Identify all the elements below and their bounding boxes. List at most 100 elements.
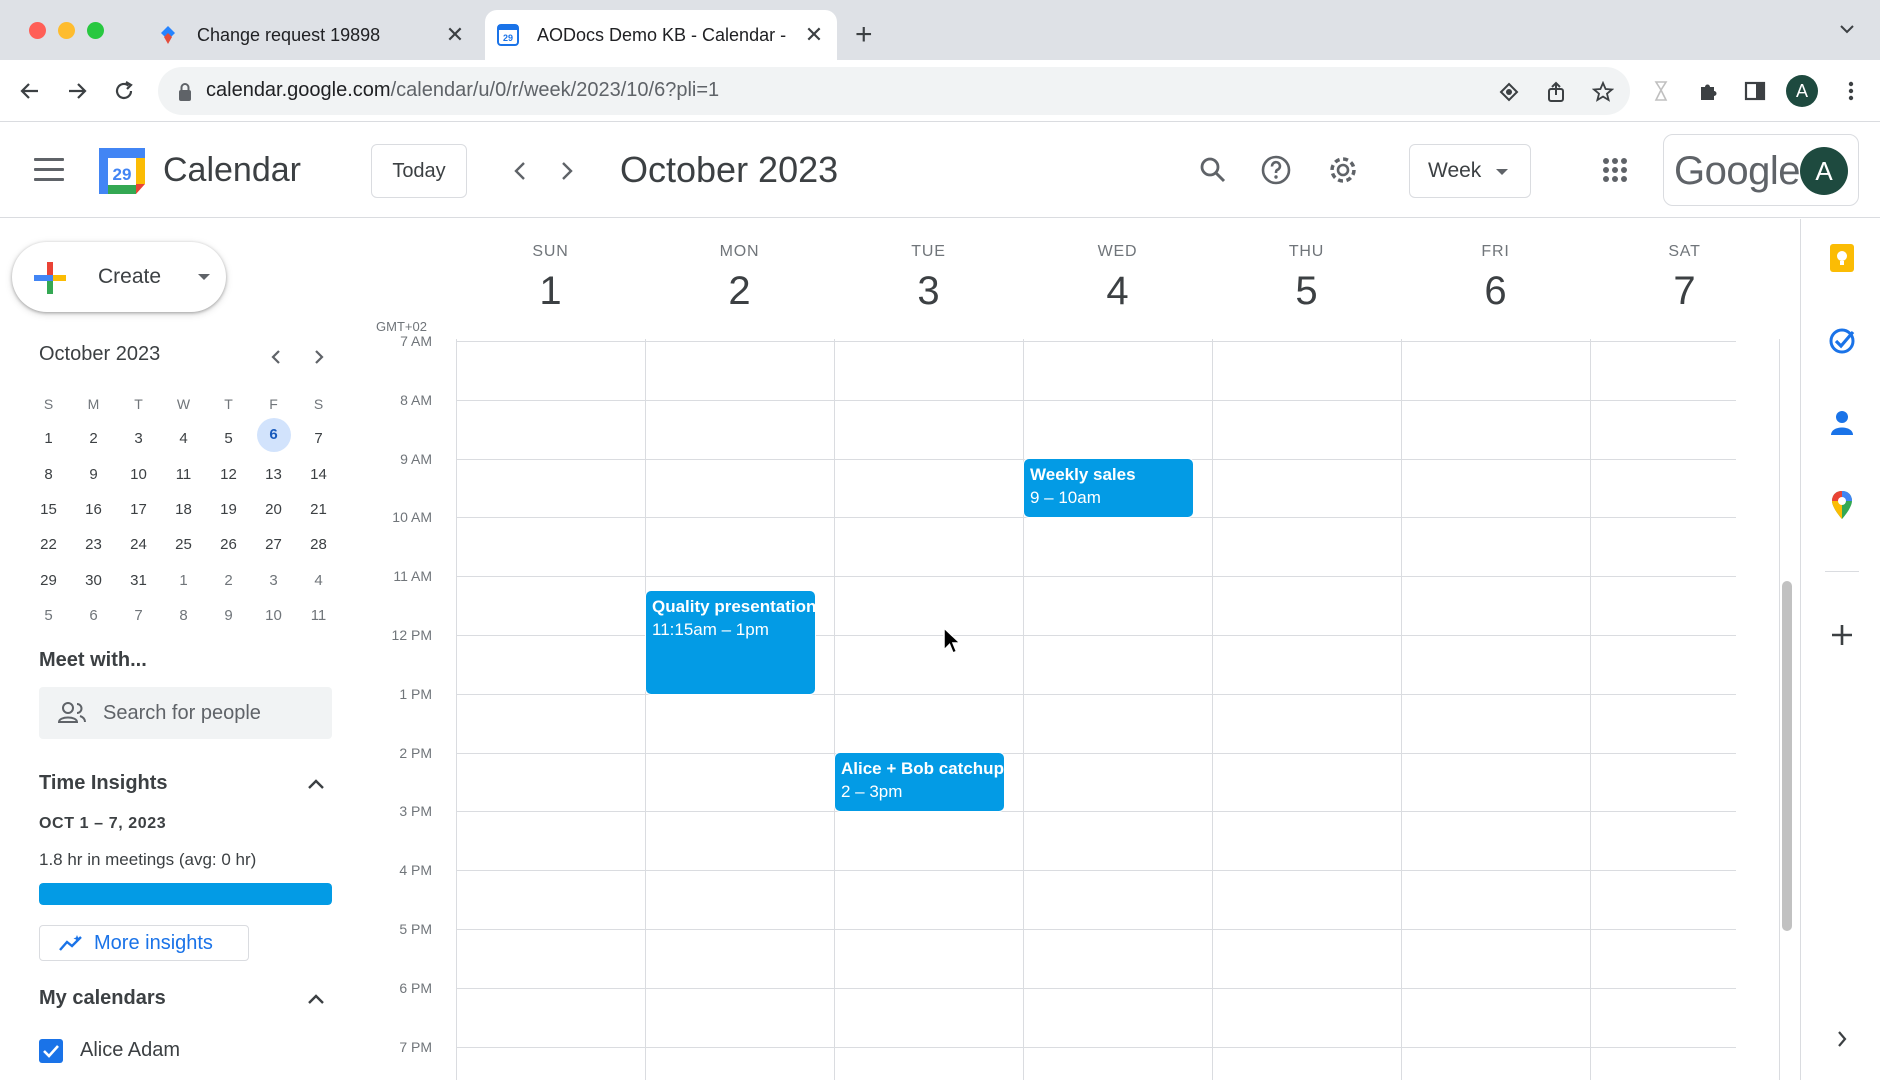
- mini-day[interactable]: 1: [26, 430, 71, 447]
- keep-icon[interactable]: [1826, 242, 1858, 274]
- mini-day-selected[interactable]: 6: [251, 417, 296, 452]
- address-bar[interactable]: calendar.google.com/calendar/u/0/r/week/…: [158, 67, 1630, 115]
- calendar-event[interactable]: Alice + Bob catchup 2 – 3pm: [835, 752, 1004, 812]
- day-header-sat[interactable]: SAT 7: [1590, 243, 1779, 314]
- mini-day[interactable]: 5: [26, 607, 71, 624]
- mini-day[interactable]: 11: [296, 607, 341, 624]
- day-header-tue[interactable]: TUE 3: [834, 243, 1023, 314]
- mini-day[interactable]: 8: [161, 607, 206, 624]
- mini-day[interactable]: 16: [71, 501, 116, 518]
- browser-tab-change-request[interactable]: Change request 19898 ✕: [145, 10, 478, 60]
- reload-icon[interactable]: [109, 76, 139, 106]
- browser-profile-avatar[interactable]: A: [1786, 75, 1818, 107]
- day-number[interactable]: 2: [645, 269, 834, 314]
- mini-day[interactable]: 23: [71, 536, 116, 553]
- maps-icon[interactable]: [1826, 489, 1858, 521]
- browser-tab-calendar[interactable]: 29 AODocs Demo KB - Calendar - ✕: [485, 10, 837, 60]
- people-search[interactable]: [39, 687, 332, 739]
- close-window-button[interactable]: [29, 22, 46, 39]
- help-icon[interactable]: [1258, 152, 1294, 188]
- day-number[interactable]: 1: [456, 269, 645, 314]
- mini-day[interactable]: 1: [161, 572, 206, 589]
- chevron-right-icon[interactable]: [307, 345, 331, 369]
- mini-day[interactable]: 6: [71, 607, 116, 624]
- add-icon[interactable]: [1826, 619, 1858, 651]
- search-people-input[interactable]: [103, 702, 313, 725]
- day-header-thu[interactable]: THU 5: [1212, 243, 1401, 314]
- chevron-left-icon[interactable]: [264, 345, 288, 369]
- mini-day[interactable]: 19: [206, 501, 251, 518]
- main-menu-icon[interactable]: [34, 158, 64, 182]
- day-header-mon[interactable]: MON 2: [645, 243, 834, 314]
- day-header-fri[interactable]: FRI 6: [1401, 243, 1590, 314]
- calendar-event[interactable]: Quality presentation 11:15am – 1pm: [646, 590, 815, 694]
- mini-day[interactable]: 9: [71, 466, 116, 483]
- mini-day[interactable]: 3: [251, 572, 296, 589]
- mini-day[interactable]: 9: [206, 607, 251, 624]
- install-app-icon[interactable]: [1498, 81, 1520, 103]
- chevron-up-icon[interactable]: [304, 987, 328, 1011]
- google-apps-icon[interactable]: [1603, 158, 1627, 182]
- mini-day[interactable]: 10: [251, 607, 296, 624]
- contacts-icon[interactable]: [1826, 407, 1858, 439]
- time-grid[interactable]: 7 AM 8 AM 9 AM 10 AM 11 AM 12 PM 1 PM 2 PM 3 PM 4…: [360, 333, 1800, 1080]
- mini-day[interactable]: 29: [26, 572, 71, 589]
- chevron-up-icon[interactable]: [304, 772, 328, 796]
- more-vert-icon[interactable]: [1836, 76, 1866, 106]
- day-number[interactable]: 5: [1212, 269, 1401, 314]
- mini-day[interactable]: 26: [206, 536, 251, 553]
- mini-day[interactable]: 15: [26, 501, 71, 518]
- mini-day[interactable]: 5: [206, 430, 251, 447]
- mini-day[interactable]: 17: [116, 501, 161, 518]
- plus-icon[interactable]: +: [855, 18, 873, 52]
- mini-day[interactable]: 27: [251, 536, 296, 553]
- mini-day[interactable]: 28: [296, 536, 341, 553]
- mini-day[interactable]: 2: [71, 430, 116, 447]
- mini-day[interactable]: 12: [206, 466, 251, 483]
- mini-day[interactable]: 14: [296, 466, 341, 483]
- mini-day[interactable]: 7: [296, 430, 341, 447]
- mini-day[interactable]: 20: [251, 501, 296, 518]
- create-button[interactable]: Create: [12, 242, 226, 312]
- zoom-window-button[interactable]: [87, 22, 104, 39]
- chevron-left-icon[interactable]: [505, 156, 535, 186]
- tasks-icon[interactable]: [1826, 325, 1858, 357]
- search-icon[interactable]: [1195, 152, 1231, 188]
- day-header-wed[interactable]: WED 4: [1023, 243, 1212, 314]
- expand-icon[interactable]: [1826, 1023, 1858, 1055]
- minimize-window-button[interactable]: [58, 22, 75, 39]
- day-number[interactable]: 4: [1023, 269, 1212, 314]
- bookmark-star-icon[interactable]: [1592, 81, 1614, 103]
- mini-day[interactable]: 25: [161, 536, 206, 553]
- lock-icon[interactable]: [174, 81, 196, 103]
- mini-day[interactable]: 11: [161, 466, 206, 483]
- mini-day[interactable]: 3: [116, 430, 161, 447]
- extensions-puzzle-icon[interactable]: [1694, 76, 1724, 106]
- mini-day[interactable]: 13: [251, 466, 296, 483]
- day-header-sun[interactable]: SUN 1: [456, 243, 645, 314]
- close-icon[interactable]: ✕: [801, 22, 827, 48]
- today-button[interactable]: Today: [371, 144, 467, 198]
- mini-day[interactable]: 24: [116, 536, 161, 553]
- chevron-down-icon[interactable]: [1838, 20, 1856, 43]
- mini-day[interactable]: 22: [26, 536, 71, 553]
- gear-icon[interactable]: [1325, 152, 1361, 188]
- extension-icon[interactable]: [1646, 76, 1676, 106]
- day-number[interactable]: 6: [1401, 269, 1590, 314]
- more-insights-button[interactable]: More insights: [39, 925, 249, 961]
- back-icon[interactable]: [15, 76, 45, 106]
- mini-day[interactable]: 31: [116, 572, 161, 589]
- day-number[interactable]: 7: [1590, 269, 1779, 314]
- day-number[interactable]: 3: [834, 269, 1023, 314]
- mini-day[interactable]: 21: [296, 501, 341, 518]
- google-account-button[interactable]: Google A: [1663, 134, 1859, 206]
- side-panel-icon[interactable]: [1740, 76, 1770, 106]
- chevron-right-icon[interactable]: [552, 156, 582, 186]
- view-switcher[interactable]: Week: [1409, 144, 1531, 198]
- mini-day[interactable]: 8: [26, 466, 71, 483]
- mini-day[interactable]: 18: [161, 501, 206, 518]
- scrollbar[interactable]: [1782, 581, 1792, 931]
- share-icon[interactable]: [1545, 81, 1567, 103]
- mini-day[interactable]: 4: [161, 430, 206, 447]
- mini-day[interactable]: 30: [71, 572, 116, 589]
